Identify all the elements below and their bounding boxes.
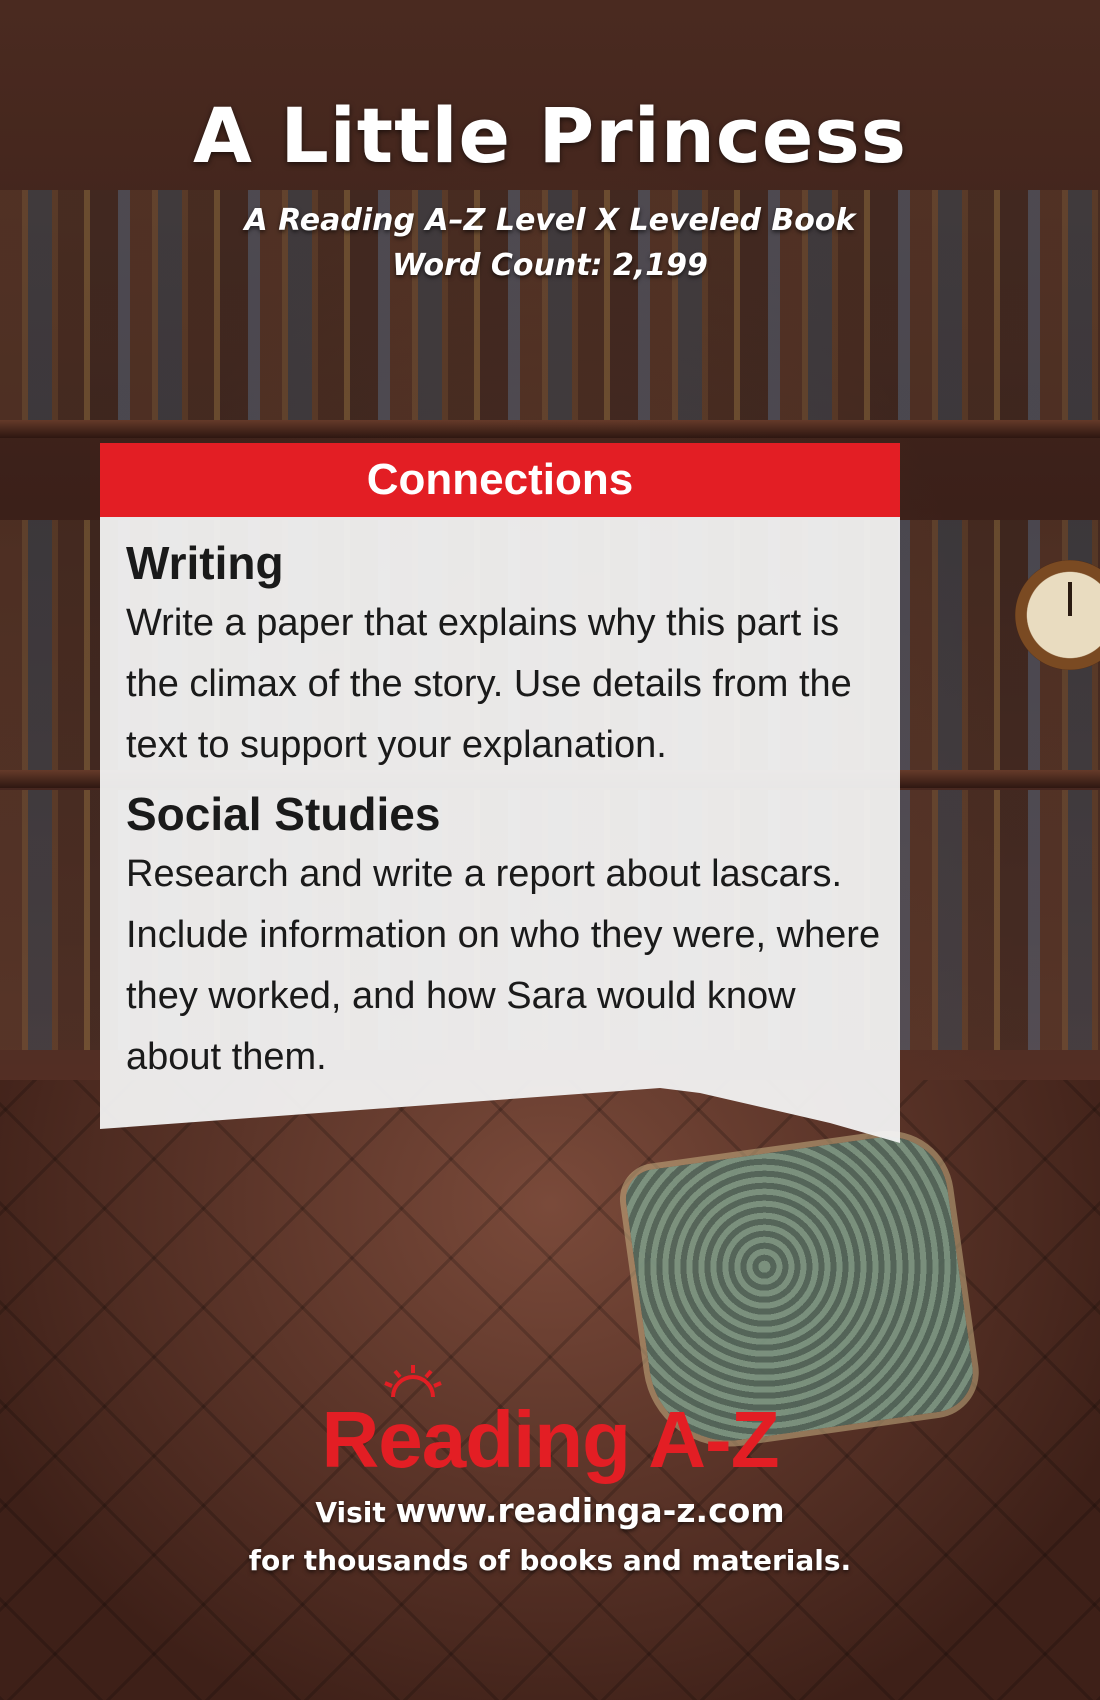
visit-line: Visit www.readinga-z.com	[0, 1489, 1100, 1535]
book-subtitle: A Reading A–Z Level X Leveled Book Word …	[0, 198, 1100, 288]
social-studies-text: Research and write a report about lascar…	[126, 853, 881, 1078]
writing-text: Write a paper that explains why this par…	[126, 602, 852, 766]
reading-az-logo: Reading A-Z	[321, 1365, 780, 1485]
shelf-board	[0, 420, 1100, 438]
footer: Reading A-Z Visit www.readinga-z.com for…	[0, 1365, 1100, 1583]
connections-body: Writing Write a paper that explains why …	[126, 533, 886, 1096]
book-title: A Little Princess	[193, 91, 907, 180]
connections-panel: Connections Writing Write a paper that e…	[100, 443, 900, 1143]
sun-icon	[384, 1365, 443, 1397]
level-line: A Reading A–Z Level X Leveled Book	[244, 203, 856, 238]
word-count: Word Count: 2,199	[392, 248, 708, 283]
website-link[interactable]: www.readinga-z.com	[396, 1491, 785, 1530]
writing-heading: Writing	[126, 537, 284, 589]
connections-header: Connections	[100, 443, 900, 517]
tagline: for thousands of books and materials.	[248, 1544, 852, 1577]
social-studies-heading: Social Studies	[126, 788, 441, 840]
logo-text: Reading A-Z	[321, 1395, 779, 1484]
visit-prefix: Visit	[315, 1496, 386, 1529]
